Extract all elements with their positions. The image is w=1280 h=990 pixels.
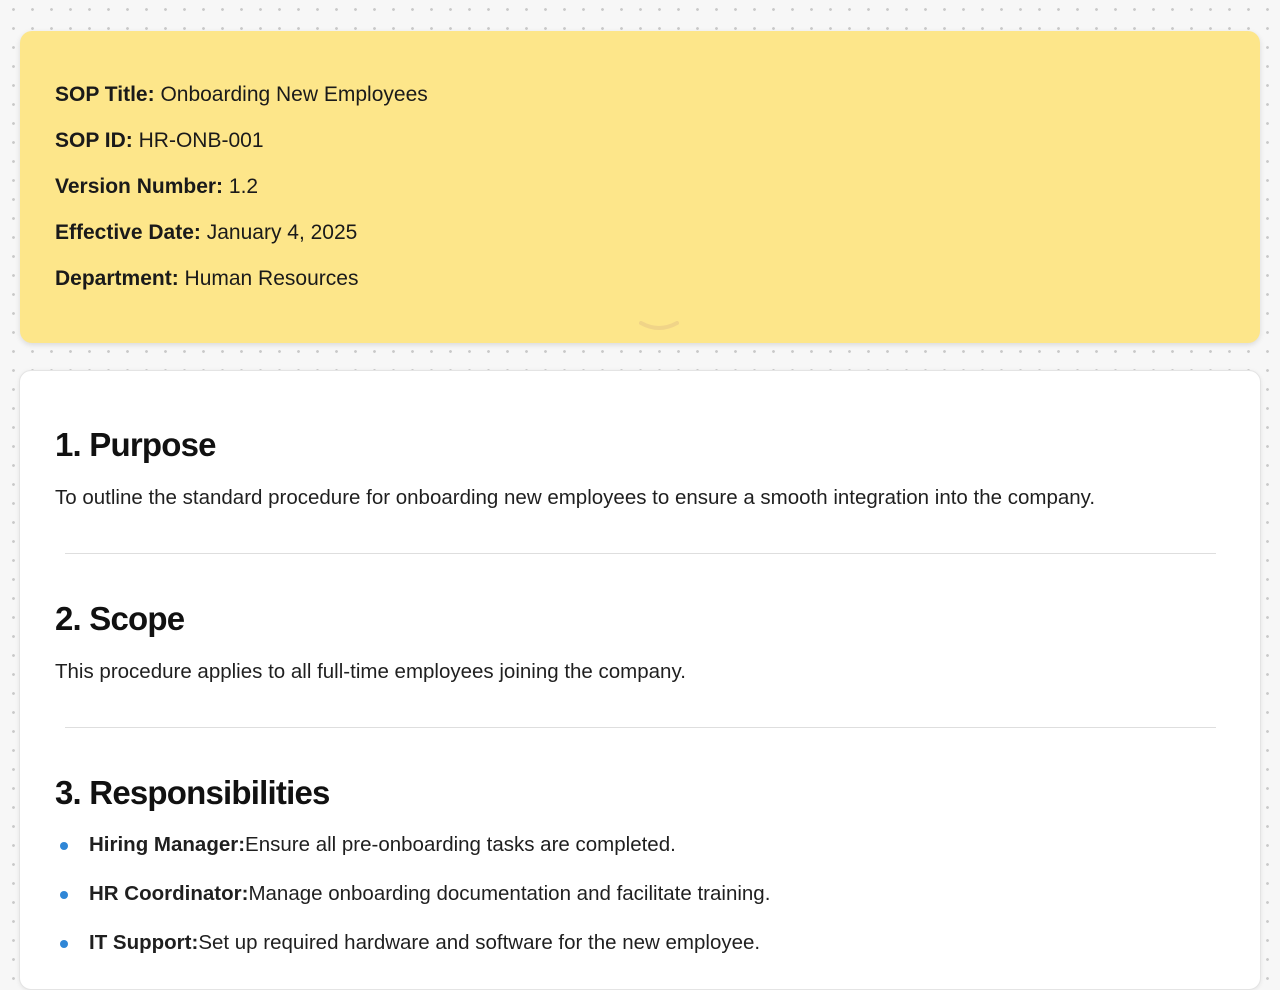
purpose-text: To outline the standard procedure for on…	[55, 486, 1096, 509]
list-item: HR Coordinator:Manage onboarding documen…	[55, 882, 770, 906]
effective-date-label: Effective Date:	[55, 221, 201, 244]
version-number-row: Version Number: 1.2	[55, 175, 1225, 199]
bullet-icon	[60, 891, 68, 899]
department-label: Department:	[55, 267, 179, 290]
sop-title-label: SOP Title:	[55, 83, 155, 106]
effective-date-value: January 4, 2025	[206, 221, 358, 244]
it-support-duty: Set up required hardware and software fo…	[198, 931, 761, 954]
section-divider	[65, 727, 1216, 728]
purpose-heading: 1. Purpose	[55, 426, 217, 463]
bullet-icon	[60, 842, 68, 850]
hiring-manager-role: Hiring Manager:	[89, 833, 246, 856]
sop-id-value: HR-ONB-001	[138, 129, 264, 152]
list-item: Hiring Manager:Ensure all pre-onboarding…	[55, 833, 770, 857]
sop-title-value: Onboarding New Employees	[160, 83, 428, 106]
section-divider	[65, 553, 1216, 554]
sop-id-row: SOP ID: HR-ONB-001	[55, 129, 1225, 153]
department-value: Human Resources	[184, 267, 359, 290]
hr-coordinator-duty: Manage onboarding documentation and faci…	[248, 882, 771, 905]
responsibilities-list: Hiring Manager:Ensure all pre-onboarding…	[55, 833, 770, 980]
effective-date-row: Effective Date: January 4, 2025	[55, 221, 1225, 245]
hr-coordinator-role: HR Coordinator:	[89, 882, 249, 905]
sop-id-label: SOP ID:	[55, 129, 133, 152]
hiring-manager-duty: Ensure all pre-onboarding tasks are comp…	[245, 833, 676, 856]
department-row: Department: Human Resources	[55, 267, 1225, 291]
version-number-label: Version Number:	[55, 175, 224, 198]
responsibilities-heading: 3. Responsibilities	[55, 774, 330, 811]
scope-text: This procedure applies to all full-time …	[55, 660, 686, 683]
version-number-value: 1.2	[228, 175, 259, 198]
sop-title-row: SOP Title: Onboarding New Employees	[55, 83, 1225, 107]
scope-heading: 2. Scope	[55, 600, 185, 637]
chevron-down-icon[interactable]	[639, 321, 679, 331]
it-support-role: IT Support:	[89, 931, 199, 954]
list-item: IT Support:Set up required hardware and …	[55, 931, 770, 955]
sop-content-card: 1. Purpose To outline the standard proce…	[19, 370, 1261, 990]
bullet-icon	[60, 940, 68, 948]
sop-info-card: SOP Title: Onboarding New Employees SOP …	[20, 31, 1260, 343]
